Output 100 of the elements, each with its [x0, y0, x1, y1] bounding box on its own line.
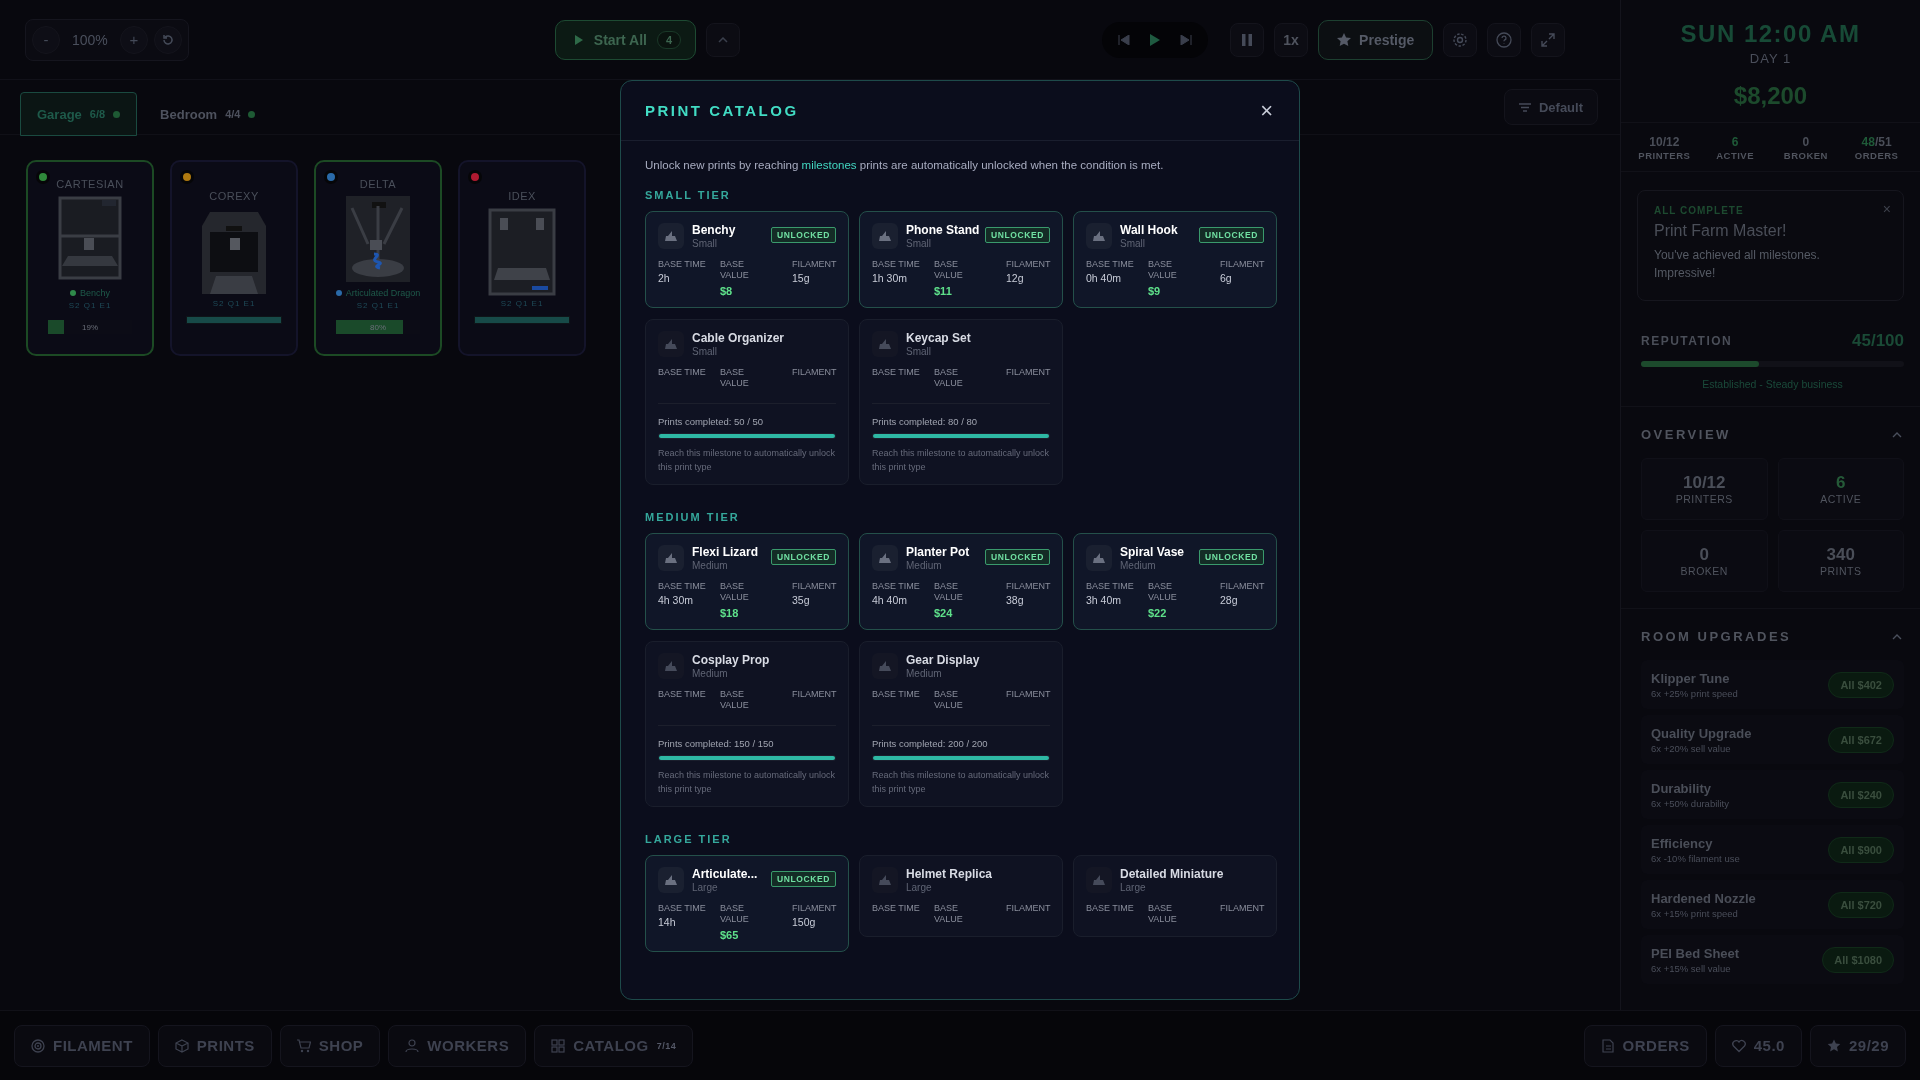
print-size: Large [1120, 882, 1147, 893]
tile-label: ACTIVE [1820, 493, 1862, 505]
settings-button[interactable] [1443, 22, 1478, 57]
nav-button[interactable]: FILAMENT [14, 1024, 150, 1067]
upgrade-name: Quality Upgrade [1651, 725, 1752, 741]
model-icon [872, 330, 898, 357]
play-icon [1150, 33, 1161, 46]
person-icon [405, 1038, 420, 1053]
prestige-button[interactable]: Prestige [1318, 19, 1434, 60]
document-icon [1600, 1038, 1615, 1053]
unlocked-badge: UNLOCKED [771, 549, 836, 565]
filter-icon [1518, 102, 1531, 112]
stat-label: BASE VALUE [1148, 259, 1178, 282]
stat-value: 35g [792, 594, 811, 607]
milestone-hint: Reach this milestone to automatically unlock this print type [658, 447, 836, 474]
stat-label: FILAMENT [1006, 259, 1051, 271]
nav-button[interactable]: CATALOG 7/14 [534, 1024, 694, 1067]
printer-model: COREXY [209, 190, 259, 202]
sort-button[interactable]: Default [1503, 89, 1598, 125]
reputation-value: 45/100 [1852, 331, 1904, 351]
stat-label: BASE TIME [1086, 259, 1134, 271]
nav-button[interactable]: ORDERS [1583, 1024, 1707, 1067]
print-size: Medium [692, 667, 729, 679]
print-size: Medium [692, 560, 729, 571]
stat-label: BASE VALUE [720, 366, 750, 389]
stat-label: FILAMENT [1220, 581, 1265, 593]
stat-label: BASE TIME [872, 688, 920, 700]
stat-value: $8 [720, 284, 734, 297]
print-size: Medium [906, 667, 943, 679]
model-icon [658, 330, 684, 357]
stat-value: 6 [1731, 135, 1739, 149]
stat-value: 0h 40m [1086, 272, 1123, 285]
model-icon [1086, 867, 1112, 893]
milestone-hint: Reach this milestone to automatically unlock this print type [872, 447, 1050, 474]
refresh-icon [160, 32, 175, 47]
zoom-in-button[interactable]: + [119, 25, 148, 54]
help-button[interactable] [1487, 22, 1522, 57]
pause-button[interactable] [1230, 22, 1265, 57]
stat-value: 12g [1006, 272, 1025, 285]
play-icon [573, 34, 584, 45]
unlocked-badge: UNLOCKED [985, 549, 1050, 565]
nav-button[interactable]: 45.0 [1714, 1024, 1802, 1067]
stat-label: BASE TIME [872, 903, 920, 915]
star-icon [1826, 1038, 1841, 1053]
star-icon [1337, 32, 1352, 47]
print-size: Small [906, 238, 932, 249]
stat-label: BASE VALUE [720, 259, 750, 282]
stat-value: 10/12 [1649, 135, 1680, 149]
clock-time: SUN 12:00 AM [1680, 20, 1861, 48]
nav-button[interactable]: SHOP [279, 1024, 381, 1067]
close-button[interactable]: × [1258, 99, 1275, 122]
stat-value: 4h 40m [872, 594, 909, 607]
stat-value: 38g [1006, 594, 1025, 607]
nav-button[interactable]: WORKERS [388, 1024, 527, 1067]
print-size: Small [1120, 238, 1146, 249]
stat-value: 3h 40m [1086, 594, 1123, 607]
stat-value: 28g [1220, 594, 1239, 607]
tile-value: 0 [1699, 545, 1709, 565]
nav-button[interactable]: PRINTS [157, 1024, 272, 1067]
upgrade-name: PEI Bed Sheet [1651, 945, 1740, 961]
expand-button[interactable] [706, 22, 741, 57]
print-name: Articulate... [692, 867, 759, 881]
model-icon [1086, 545, 1112, 571]
stat-label: BASE VALUE [1148, 581, 1178, 604]
model-icon [658, 545, 684, 571]
stat-label: BASE TIME [872, 581, 920, 593]
stat-label: BASE TIME [1086, 903, 1134, 915]
reset-button[interactable] [153, 25, 182, 54]
upgrade-name: Efficiency [1651, 835, 1714, 851]
stat-value: $9 [1148, 284, 1162, 297]
fullscreen-button[interactable] [1531, 22, 1566, 57]
stat-value: $24 [934, 606, 954, 619]
stat-value: $18 [720, 606, 740, 619]
room-tab[interactable]: Bedroom 4/4 [143, 92, 273, 136]
nav-button[interactable]: 29/29 [1809, 1024, 1906, 1067]
notification-text: You've achieved all milestones. Impressive! [1654, 247, 1821, 282]
help-icon [1496, 31, 1513, 48]
speed-button[interactable]: 1x [1274, 22, 1309, 57]
stat-value: $65 [720, 928, 740, 941]
print-name: Cosplay Prop [692, 652, 771, 667]
stat-label: BASE VALUE [720, 903, 750, 926]
upgrade-description: 6x -10% filament use [1651, 852, 1740, 864]
zoom-out-button[interactable]: - [32, 25, 60, 54]
pause-icon [1242, 33, 1253, 46]
dialog-title: PRINT CATALOG [645, 102, 799, 119]
upgrade-name: Durability [1651, 780, 1712, 796]
start-all-button[interactable]: Start All 4 [554, 19, 697, 60]
upgrade-description: 6x +20% sell value [1651, 742, 1732, 754]
print-name: Spiral Vase [1120, 545, 1186, 559]
unlocked-badge: UNLOCKED [771, 871, 836, 887]
room-tab[interactable]: Garage 6/8 [20, 92, 138, 136]
day-label: DAY 1 [1749, 51, 1792, 66]
milestones-link[interactable]: milestones [801, 159, 857, 171]
upgrade-description: 6x +50% durability [1651, 797, 1729, 809]
stat-label: BASE TIME [658, 581, 706, 593]
print-size: Large [692, 882, 719, 893]
tile-label: PRINTERS [1675, 493, 1733, 505]
money-total: $8,200 [1733, 82, 1808, 110]
model-icon [872, 867, 898, 893]
stat-label: ACTIVE [1716, 150, 1755, 161]
